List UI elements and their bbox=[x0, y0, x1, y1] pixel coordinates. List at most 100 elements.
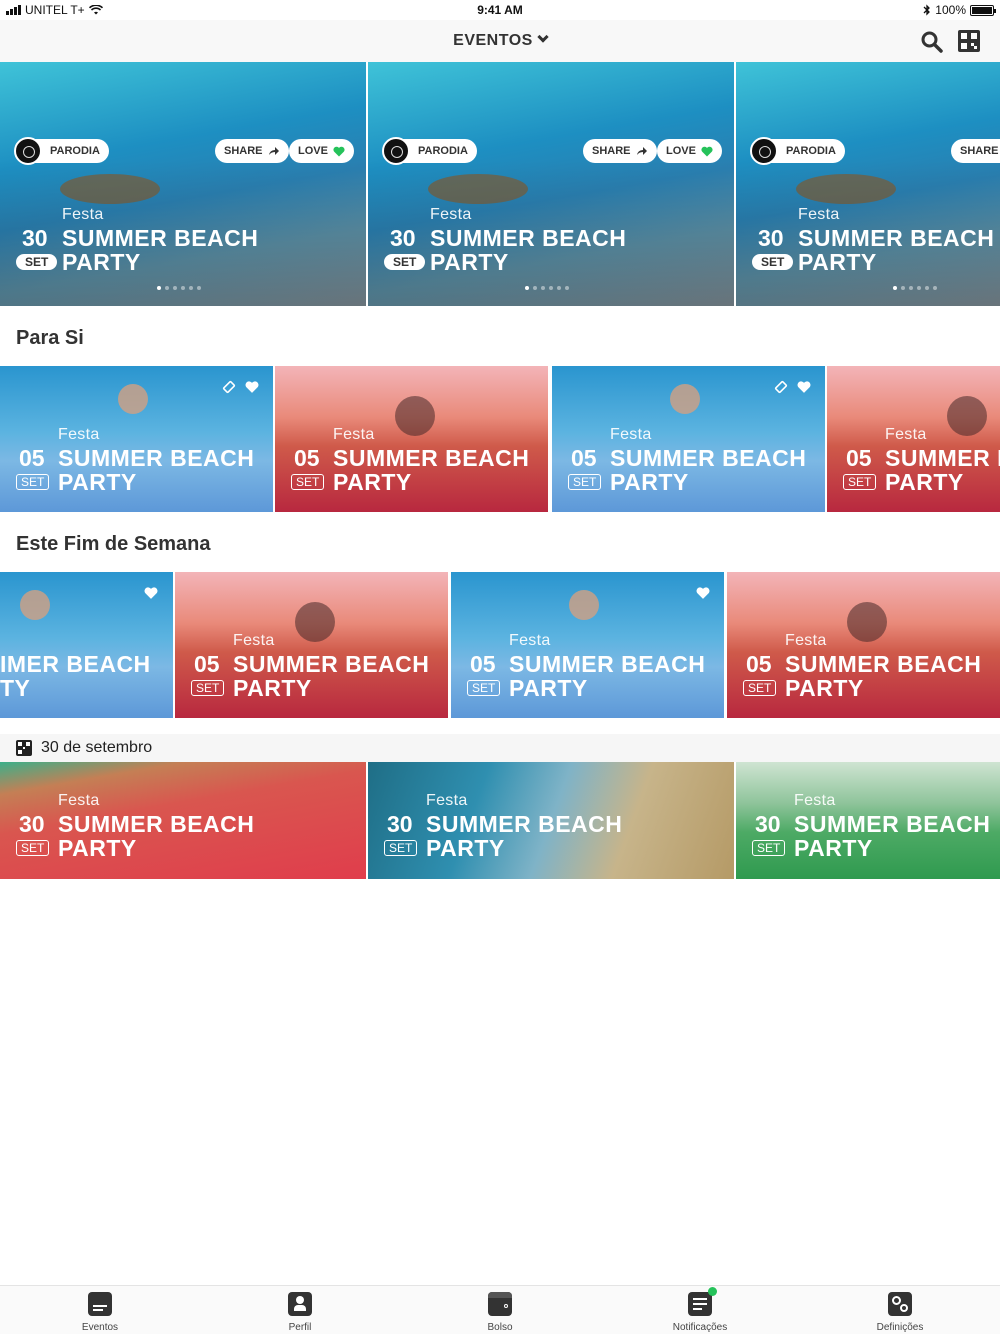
calendar-icon bbox=[16, 740, 32, 756]
organizer-name: PARODIA bbox=[418, 145, 468, 157]
event-title-line1: SUMMER BEACH bbox=[430, 225, 627, 251]
event-month: SET bbox=[743, 680, 777, 696]
battery-icon bbox=[970, 4, 996, 16]
tab-label: Perfil bbox=[288, 1322, 312, 1333]
event-category: Festa bbox=[798, 206, 840, 223]
event-day: 30 bbox=[390, 225, 416, 251]
person-shape bbox=[295, 602, 335, 642]
heart-icon[interactable] bbox=[797, 380, 811, 394]
organizer-badge[interactable]: PARODIA bbox=[750, 137, 845, 165]
love-button[interactable]: LOVE bbox=[657, 139, 722, 163]
notifications-icon bbox=[688, 1287, 717, 1316]
tab-eventos[interactable]: Eventos bbox=[40, 1292, 160, 1333]
event-day: 30 bbox=[22, 225, 48, 251]
tab-perfil[interactable]: Perfil bbox=[240, 1292, 360, 1333]
share-label: SHARE bbox=[224, 145, 263, 157]
event-card[interactable]: Festa 30 SUMMER BEACH SET PARTY bbox=[736, 762, 1000, 879]
status-time: 9:41 AM bbox=[477, 3, 523, 17]
event-card[interactable]: Festa 30 SUMMER BEACH SET PARTY bbox=[0, 762, 366, 879]
event-card[interactable]: Festa 05 SUMMER B SET PARTY bbox=[827, 366, 1000, 512]
share-label: SHARE bbox=[960, 145, 999, 157]
tab-bolso[interactable]: Bolso bbox=[440, 1292, 560, 1333]
heart-icon[interactable] bbox=[696, 586, 710, 600]
events-icon bbox=[88, 1292, 112, 1316]
share-arrow-icon bbox=[636, 147, 647, 155]
love-button[interactable]: LOVE bbox=[289, 139, 354, 163]
event-category: Festa bbox=[509, 632, 551, 649]
event-category: Festa bbox=[610, 426, 652, 443]
app-root: UNITEL T+ 9:41 AM 100% EVENTOS PARODIA S… bbox=[0, 0, 1000, 1334]
event-title-line1: SUMMER BEACH bbox=[233, 651, 430, 677]
event-title-line2: PARTY bbox=[610, 469, 689, 495]
organizer-name: PARODIA bbox=[786, 145, 836, 157]
event-title-line1: SUMMER B bbox=[885, 445, 1000, 471]
event-month: SET bbox=[16, 254, 58, 270]
featured-card[interactable]: PARODIA SHARE Festa 30 SUMMER BEACH SET … bbox=[736, 62, 1000, 306]
event-title-line2: PARTY bbox=[794, 835, 873, 861]
nav-title-label: EVENTOS bbox=[453, 32, 533, 49]
event-card[interactable]: Festa 05 SUMMER BEACH SET PARTY bbox=[727, 572, 1000, 718]
organizer-badge[interactable]: PARODIA bbox=[382, 137, 477, 165]
event-category: Festa bbox=[58, 792, 100, 809]
date-label: 30 de setembro bbox=[41, 739, 153, 756]
share-button[interactable]: SHARE bbox=[215, 139, 289, 163]
navigation-bar: EVENTOS bbox=[0, 20, 1000, 62]
love-label: LOVE bbox=[666, 145, 696, 157]
event-title-line1: SUMMER BEACH bbox=[798, 225, 995, 251]
status-right: 100% bbox=[923, 3, 996, 17]
battery-percent: 100% bbox=[935, 3, 966, 17]
event-day: 05 bbox=[846, 445, 872, 471]
event-month: SET bbox=[16, 474, 50, 490]
person-shape bbox=[670, 384, 700, 414]
event-month: SET bbox=[568, 474, 602, 490]
page-indicator bbox=[893, 286, 937, 290]
event-card[interactable]: IMER BEACH TY bbox=[0, 572, 173, 718]
person-shape bbox=[395, 396, 435, 436]
tab-definicoes[interactable]: Definições bbox=[840, 1292, 960, 1333]
event-title-line2: PARTY bbox=[233, 675, 312, 701]
tab-label: Eventos bbox=[81, 1322, 119, 1333]
event-day: 05 bbox=[194, 651, 220, 677]
event-day: 30 bbox=[755, 811, 781, 837]
event-day: 30 bbox=[19, 811, 45, 837]
event-card[interactable]: Festa 30 SUMMER BEACH SET PARTY bbox=[368, 762, 734, 879]
bluetooth-icon bbox=[923, 4, 931, 16]
event-month: SET bbox=[191, 680, 225, 696]
event-category: Festa bbox=[333, 426, 375, 443]
event-title-line2: PARTY bbox=[62, 249, 141, 275]
page-indicator bbox=[525, 286, 569, 290]
organizer-logo-icon bbox=[14, 137, 42, 165]
heart-icon[interactable] bbox=[245, 380, 259, 394]
share-button[interactable]: SHARE bbox=[583, 139, 657, 163]
ticket-icon[interactable] bbox=[774, 380, 788, 394]
event-card[interactable]: Festa 05 SUMMER BEACH SET PARTY bbox=[275, 366, 548, 512]
ticket-icon[interactable] bbox=[222, 380, 236, 394]
heart-icon bbox=[333, 146, 345, 156]
page-indicator bbox=[157, 286, 201, 290]
event-title-line2: PARTY bbox=[885, 469, 964, 495]
event-title-line2: PARTY bbox=[785, 675, 864, 701]
tab-notificacoes[interactable]: Notificações bbox=[640, 1287, 760, 1333]
share-button[interactable]: SHARE bbox=[951, 139, 1000, 163]
event-category: Festa bbox=[58, 426, 100, 443]
organizer-badge[interactable]: PARODIA bbox=[14, 137, 109, 165]
event-day: 05 bbox=[470, 651, 496, 677]
event-category: Festa bbox=[885, 426, 927, 443]
qr-code-icon[interactable] bbox=[958, 30, 980, 52]
event-title-line2: TY bbox=[0, 675, 31, 701]
event-title-line1: SUMMER BEACH bbox=[509, 651, 706, 677]
event-card[interactable]: Festa 05 SUMMER BEACH SET PARTY bbox=[0, 366, 273, 512]
heart-icon[interactable] bbox=[144, 586, 158, 600]
event-title-line1: IMER BEACH bbox=[0, 651, 151, 677]
event-card[interactable]: Festa 05 SUMMER BEACH SET PARTY bbox=[552, 366, 825, 512]
events-dropdown[interactable]: EVENTOS bbox=[0, 31, 1000, 50]
person-shape bbox=[118, 384, 148, 414]
person-shape bbox=[947, 396, 987, 436]
event-card[interactable]: Festa 05 SUMMER BEACH SET PARTY bbox=[175, 572, 448, 718]
featured-card[interactable]: PARODIA SHARE LOVE Festa 30 SUMMER BEACH… bbox=[368, 62, 734, 306]
search-icon[interactable] bbox=[920, 30, 944, 54]
section-title-fim-semana: Este Fim de Semana bbox=[16, 533, 211, 555]
featured-card[interactable]: PARODIA SHARE LOVE Festa 30 SUMMER BEACH… bbox=[0, 62, 366, 306]
event-category: Festa bbox=[233, 632, 275, 649]
event-card[interactable]: Festa 05 SUMMER BEACH SET PARTY bbox=[451, 572, 724, 718]
